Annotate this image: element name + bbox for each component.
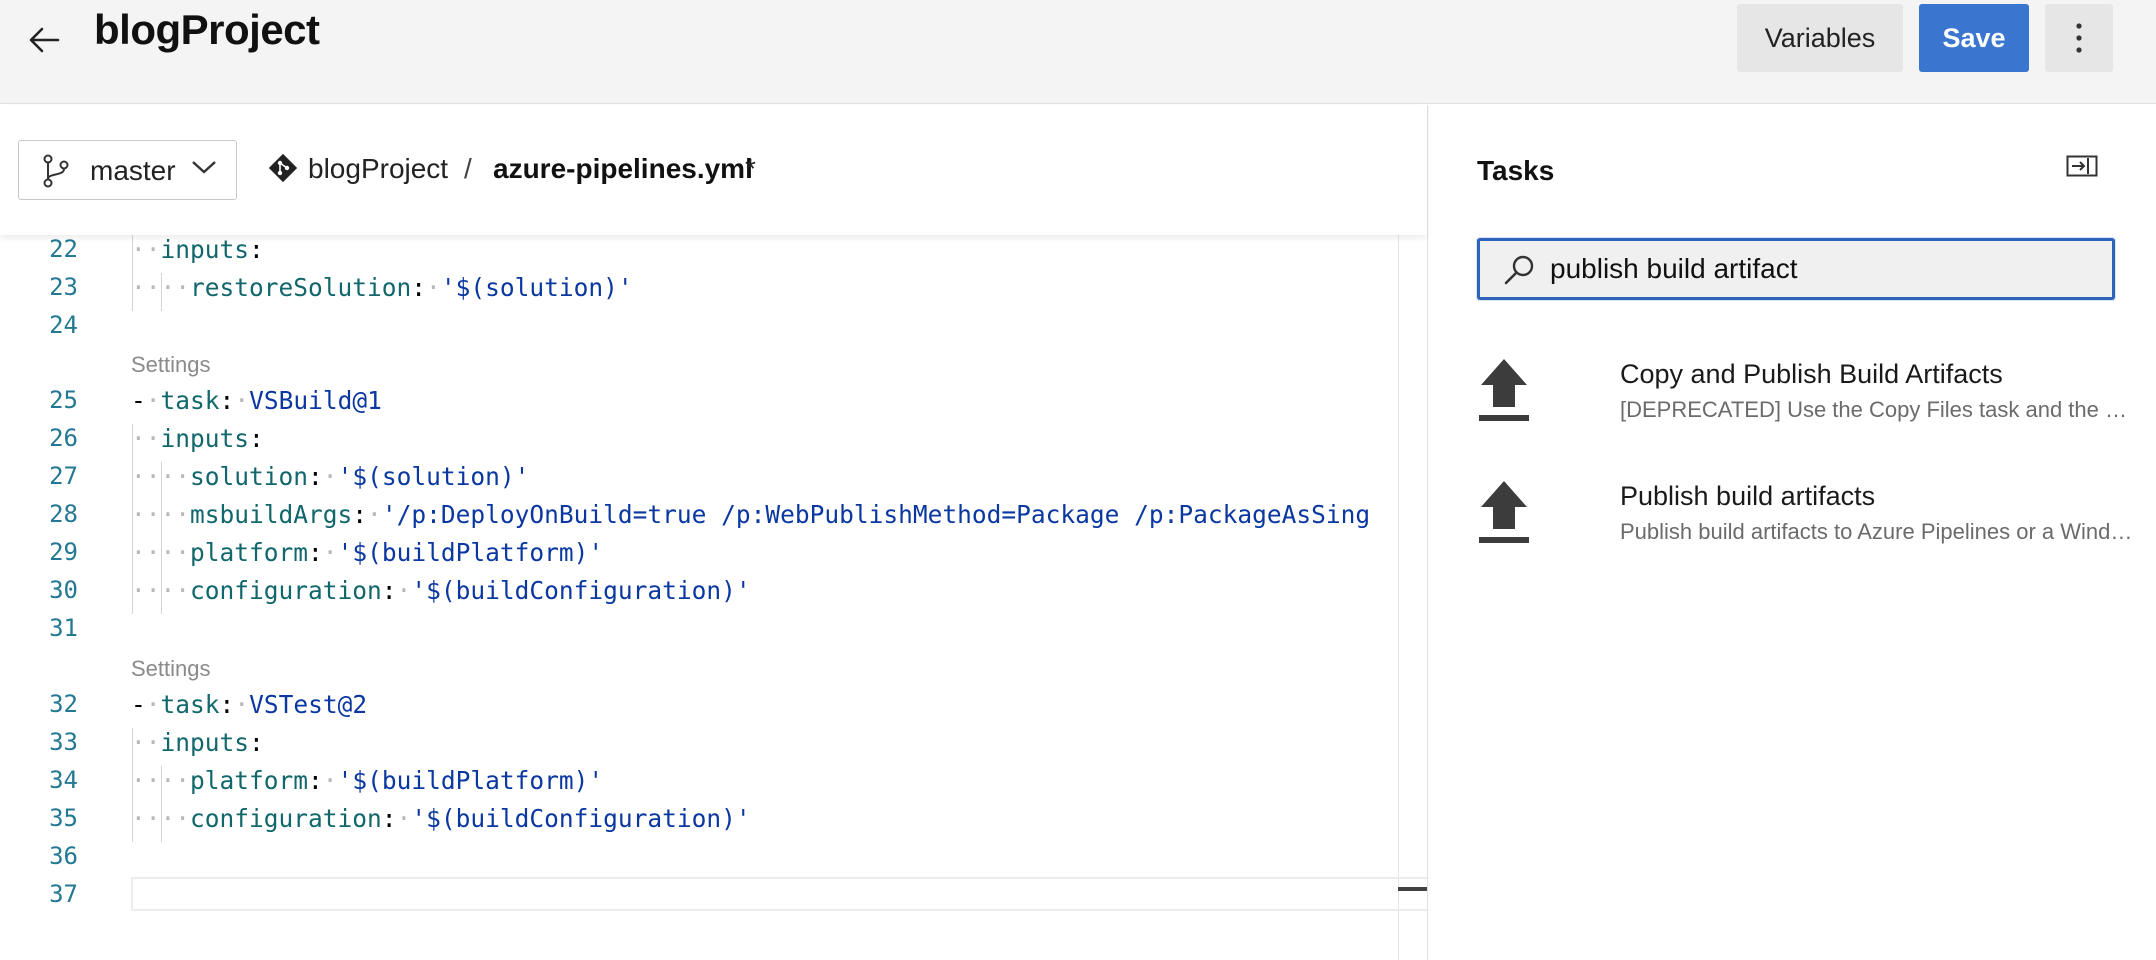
- git-repo-icon: [268, 153, 298, 183]
- branch-name: master: [90, 155, 176, 186]
- task-name: Copy and Publish Build Artifacts: [1620, 359, 2003, 389]
- task-result-item[interactable]: Copy and Publish Build Artifacts [DEPREC…: [1477, 355, 2137, 455]
- code-line: ··inputs:: [131, 424, 264, 453]
- tasks-panel: Tasks Copy and Publish Build Artifacts […: [1427, 105, 2156, 960]
- unsaved-indicator: *: [745, 153, 756, 184]
- code-line: ··inputs:: [131, 728, 264, 757]
- variables-button[interactable]: Variables: [1737, 4, 1903, 72]
- path-separator: /: [464, 153, 472, 184]
- task-search-input[interactable]: [1550, 250, 2090, 288]
- code-line: ····platform:·'$(buildPlatform)': [131, 538, 604, 567]
- code-line: ····msbuildArgs:·'/p:DeployOnBuild=true …: [131, 500, 1371, 529]
- line-number: 26: [49, 424, 78, 452]
- line-number: 30: [49, 576, 78, 604]
- line-number: 23: [49, 273, 78, 301]
- task-description: [DEPRECATED] Use the Copy Files task and…: [1620, 397, 2135, 422]
- line-number: 37: [49, 880, 78, 908]
- file-path-bar: master blogProject / azure-pipelines.yml…: [0, 105, 1427, 235]
- code-line: ····configuration:·'$(buildConfiguration…: [131, 576, 751, 605]
- task-search-box[interactable]: [1477, 238, 2115, 300]
- code-line: ····solution:·'$(solution)': [131, 462, 530, 491]
- upload-icon: [1479, 359, 1529, 421]
- repo-link[interactable]: blogProject: [308, 153, 448, 185]
- overview-ruler[interactable]: [1398, 235, 1399, 960]
- code-line: -·task:·VSTest@2: [131, 690, 368, 719]
- branch-selector[interactable]: master: [18, 140, 237, 200]
- code-editor[interactable]: 22 23 24 25 26 27 28 29 30 31 32 33 34 3…: [0, 235, 1427, 960]
- code-line: ····platform:·'$(buildPlatform)': [131, 766, 604, 795]
- yaml-editor-pane: master blogProject / azure-pipelines.yml…: [0, 105, 1427, 960]
- code-line: ····restoreSolution:·'$(solution)': [131, 273, 633, 302]
- page-title: blogProject: [94, 6, 320, 53]
- line-number: 28: [49, 500, 78, 528]
- page-header: blogProject Variables Save: [0, 0, 2156, 104]
- code-line: -·task:·VSBuild@1: [131, 386, 382, 415]
- code-line: ··inputs:: [131, 235, 264, 264]
- git-branch-icon: [43, 154, 69, 188]
- line-number: 25: [49, 386, 78, 414]
- task-result-item[interactable]: Publish build artifacts Publish build ar…: [1477, 477, 2137, 577]
- arrow-left-icon: [29, 27, 60, 53]
- chevron-down-icon: [192, 161, 216, 174]
- line-number: 31: [49, 614, 78, 642]
- collapse-panel-icon: [2066, 155, 2098, 177]
- line-number: 33: [49, 728, 78, 756]
- line-number: 32: [49, 690, 78, 718]
- upload-icon: [1479, 481, 1529, 543]
- save-button[interactable]: Save: [1919, 4, 2029, 72]
- line-number: 22: [49, 235, 78, 263]
- more-vertical-icon: [2076, 23, 2082, 53]
- line-number: 35: [49, 804, 78, 832]
- line-number: 24: [49, 311, 78, 339]
- more-actions-button[interactable]: [2045, 4, 2113, 72]
- back-button[interactable]: [22, 18, 66, 62]
- task-settings-link[interactable]: Settings: [131, 656, 211, 682]
- file-name: azure-pipelines.yml: [493, 153, 753, 184]
- collapse-panel-button[interactable]: [2066, 155, 2098, 182]
- task-description: Publish build artifacts to Azure Pipelin…: [1620, 519, 2135, 544]
- overview-ruler-marker: [1398, 887, 1427, 891]
- search-icon: [1504, 255, 1534, 285]
- tasks-panel-title: Tasks: [1477, 155, 1555, 186]
- line-number: 34: [49, 766, 78, 794]
- code-line: ····configuration:·'$(buildConfiguration…: [131, 804, 751, 833]
- line-number: 36: [49, 842, 78, 870]
- task-name: Publish build artifacts: [1620, 481, 1876, 511]
- line-number: 29: [49, 538, 78, 566]
- task-settings-link[interactable]: Settings: [131, 352, 211, 378]
- current-line-highlight: [131, 877, 1427, 911]
- line-number: 27: [49, 462, 78, 490]
